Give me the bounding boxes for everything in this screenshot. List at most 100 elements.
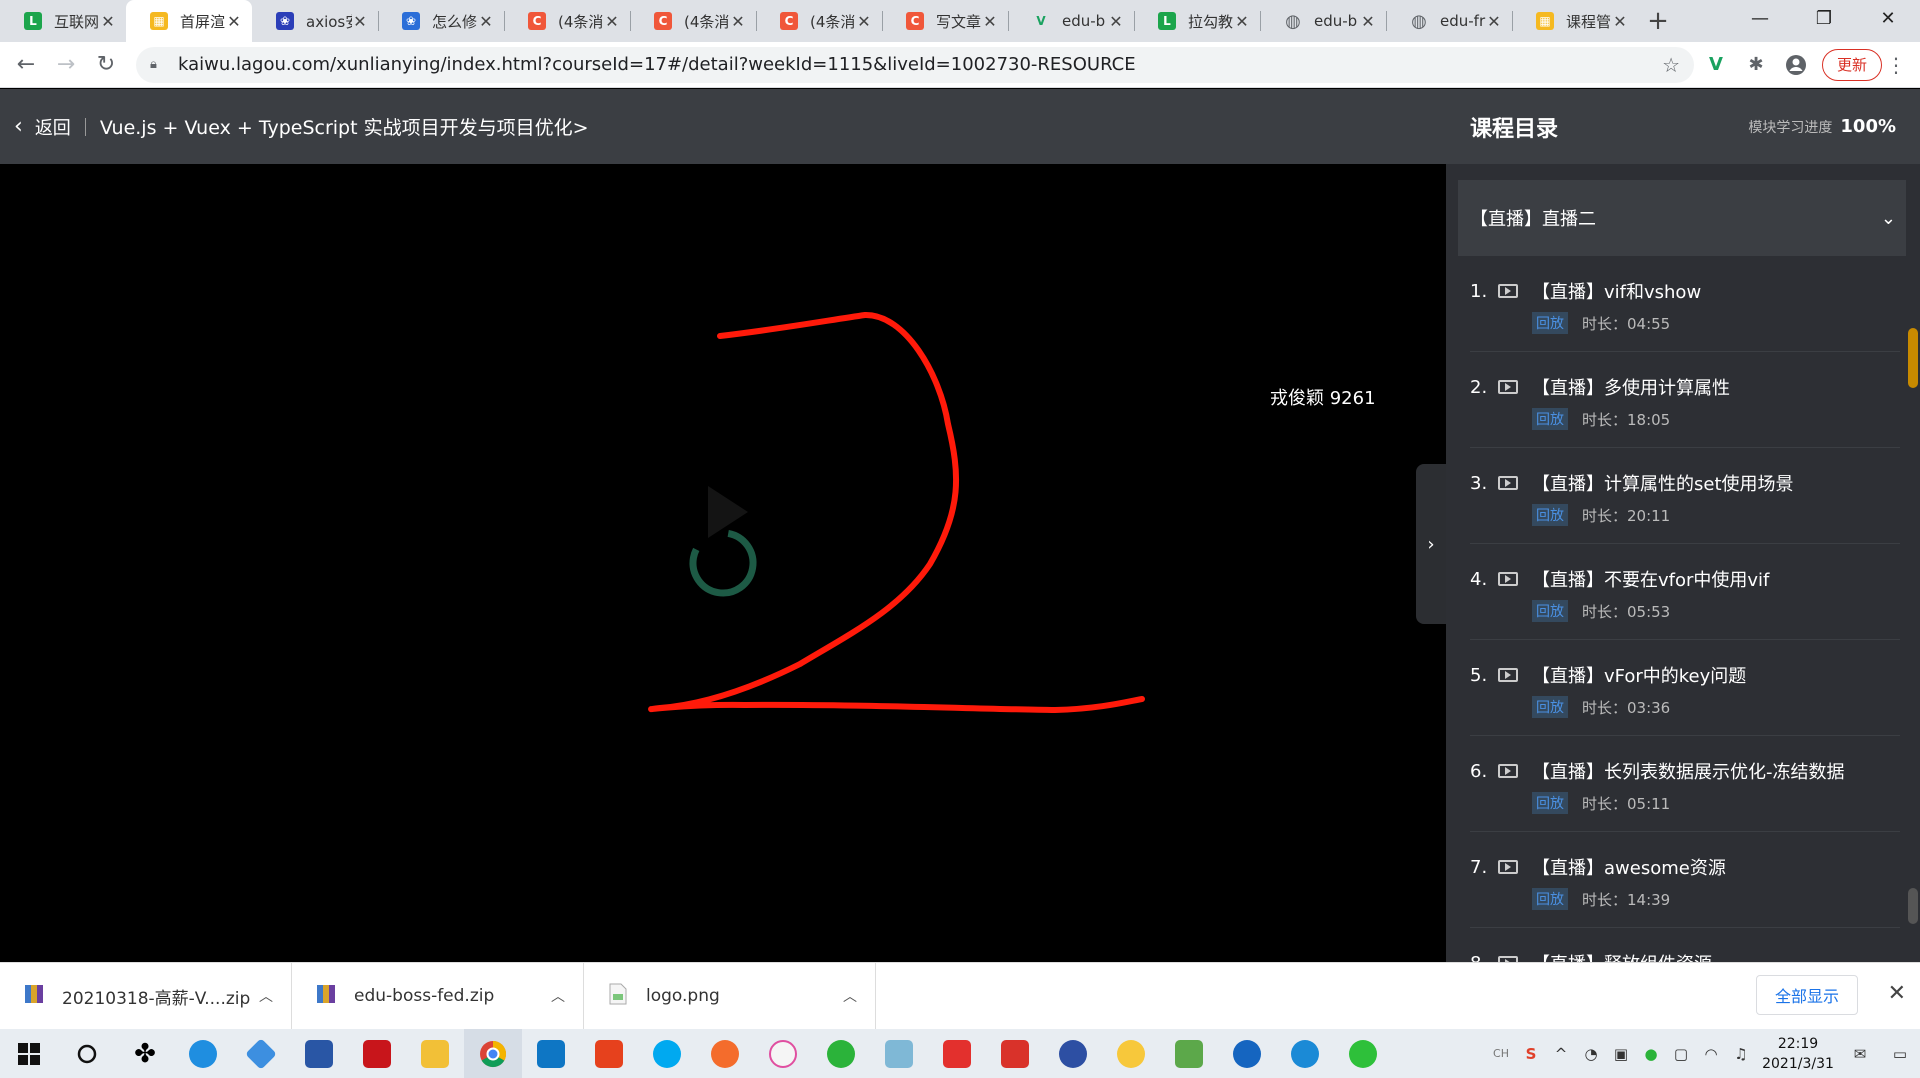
lesson-item[interactable]: 3. 【直播】计算属性的set使用场景 回放 时长：20:11 <box>1470 448 1900 544</box>
video-player[interactable]: 戎俊颖 9261 › <box>0 164 1446 962</box>
chapter-dropdown[interactable]: 【直播】直播二 ⌄ <box>1458 180 1908 256</box>
tab-close-icon[interactable]: ✕ <box>730 12 746 31</box>
browser-tab[interactable]: ❀ axios安✕ <box>252 0 378 42</box>
lesson-item[interactable]: 8. 【直播】释放组件资源 <box>1470 928 1900 962</box>
wifi-icon[interactable]: ◠ <box>1696 1045 1726 1063</box>
display-icon[interactable]: ▣ <box>1606 1045 1636 1063</box>
browser-tab[interactable]: ◍ edu-fr ✕ <box>1386 0 1512 42</box>
chevron-up-icon[interactable]: ^ <box>1546 1045 1576 1063</box>
tab-close-icon[interactable]: ✕ <box>604 12 620 31</box>
chevron-up-icon[interactable]: ︿ <box>259 986 273 1006</box>
reload-icon[interactable]: ↻ <box>86 45 126 85</box>
tab-close-icon[interactable]: ✕ <box>982 12 998 31</box>
tab-close-icon[interactable]: ✕ <box>856 12 872 31</box>
profile-avatar-icon[interactable] <box>1778 47 1814 83</box>
sogou-input-icon[interactable]: S <box>1516 1045 1546 1063</box>
skype-icon[interactable] <box>638 1029 696 1078</box>
action-center-icon[interactable]: ▭ <box>1880 1045 1920 1063</box>
new-tab-button[interactable]: + <box>1638 0 1678 42</box>
tab-close-icon[interactable]: ✕ <box>1360 12 1376 31</box>
pinwheel-app-icon[interactable]: ✤ <box>116 1029 174 1078</box>
browser-tab[interactable]: C 写文章 ✕ <box>882 0 1008 42</box>
notepad-icon[interactable] <box>870 1029 928 1078</box>
back-link[interactable]: ‹ 返回 <box>14 114 71 140</box>
browser-tab[interactable]: ❀ 怎么修 ✕ <box>378 0 504 42</box>
notification-bell-icon[interactable]: ◔ <box>1576 1045 1606 1063</box>
scrollbar-thumb[interactable] <box>1908 888 1918 924</box>
browser-tab[interactable]: L 互联网 ✕ <box>0 0 126 42</box>
lesson-item[interactable]: 2. 【直播】多使用计算属性 回放 时长：18:05 <box>1470 352 1900 448</box>
windows-start-icon[interactable] <box>0 1029 58 1078</box>
tab-close-icon[interactable]: ✕ <box>226 12 242 31</box>
file-explorer-icon[interactable] <box>406 1029 464 1078</box>
close-window-button[interactable]: ✕ <box>1856 0 1920 36</box>
browser-tab[interactable]: C (4条消 ✕ <box>756 0 882 42</box>
ime-indicator[interactable]: CH <box>1486 1047 1516 1060</box>
swift-app-icon[interactable] <box>696 1029 754 1078</box>
security-shield-icon[interactable]: ▢ <box>1666 1045 1696 1063</box>
page-scrollbar[interactable] <box>1906 168 1920 962</box>
health-app-icon[interactable] <box>812 1029 870 1078</box>
course-title[interactable]: Vue.js + Vuex + TypeScript 实战项目开发与项目优化> <box>100 113 589 140</box>
lesson-item[interactable]: 5. 【直播】vFor中的key问题 回放 时长：03:36 <box>1470 640 1900 736</box>
sourcetree-icon[interactable] <box>232 1029 290 1078</box>
feishu-icon[interactable] <box>1218 1029 1276 1078</box>
lesson-item[interactable]: 7. 【直播】awesome资源 回放 时长：14:39 <box>1470 832 1900 928</box>
picture-editor-icon[interactable] <box>1160 1029 1218 1078</box>
tab-close-icon[interactable]: ✕ <box>352 12 368 31</box>
update-button[interactable]: 更新 <box>1822 48 1883 81</box>
wps-sheets-icon[interactable] <box>986 1029 1044 1078</box>
browser-tab[interactable]: ◍ edu-b ✕ <box>1260 0 1386 42</box>
download-item[interactable]: 20210318-高薪-V....zip ︿ <box>0 962 292 1030</box>
sync-app-icon[interactable]: ● <box>1636 1045 1666 1063</box>
remote-desktop-icon[interactable] <box>290 1029 348 1078</box>
chrome-icon[interactable] <box>464 1029 522 1078</box>
vscode-icon[interactable] <box>522 1029 580 1078</box>
address-bar[interactable]: 🔒︎ kaiwu.lagou.com/xunlianying/index.htm… <box>136 46 1694 83</box>
scrollbar-thumb-top[interactable] <box>1908 328 1918 388</box>
menu-kebab-icon[interactable]: ⋮ <box>1882 47 1910 83</box>
edge-legacy-icon[interactable] <box>1276 1029 1334 1078</box>
download-item[interactable]: edu-boss-fed.zip ︿ <box>292 962 584 1030</box>
minimize-button[interactable]: — <box>1728 0 1792 36</box>
tab-close-icon[interactable]: ✕ <box>1612 12 1628 31</box>
browser-tab[interactable]: ▦ 首屏渲 ✕ <box>126 0 252 42</box>
tab-close-icon[interactable]: ✕ <box>1486 12 1502 31</box>
download-item[interactable]: logo.png ︿ <box>584 962 876 1030</box>
browser-tab[interactable]: L 拉勾教 ✕ <box>1134 0 1260 42</box>
cortana-search-icon[interactable] <box>58 1029 116 1078</box>
browser-tab[interactable]: C (4条消 ✕ <box>630 0 756 42</box>
browser-tab[interactable]: ▦ 课程管 ✕ <box>1512 0 1638 42</box>
show-all-downloads-button[interactable]: 全部显示 <box>1755 975 1858 1015</box>
browser-tab[interactable]: C (4条消 ✕ <box>504 0 630 42</box>
collapse-sidebar-button[interactable]: › <box>1416 464 1446 624</box>
chevron-up-icon[interactable]: ︿ <box>843 986 857 1006</box>
lesson-item[interactable]: 1. 【直播】vif和vshow 回放 时长：04:55 <box>1470 256 1900 352</box>
chevron-up-icon[interactable]: ︿ <box>551 986 565 1006</box>
extensions-puzzle-icon[interactable]: ✱ <box>1738 47 1774 83</box>
lesson-item[interactable]: 4. 【直播】不要在vfor中使用vif 回放 时长：05:53 <box>1470 544 1900 640</box>
wps-icon[interactable] <box>928 1029 986 1078</box>
wechat-icon[interactable] <box>1334 1029 1392 1078</box>
network-monitor-icon[interactable] <box>1044 1029 1102 1078</box>
tab-close-icon[interactable]: ✕ <box>478 12 494 31</box>
game-icon[interactable] <box>1102 1029 1160 1078</box>
internet-explorer-icon[interactable] <box>174 1029 232 1078</box>
volume-icon[interactable]: ♫ <box>1726 1045 1756 1063</box>
lesson-item[interactable]: 6. 【直播】长列表数据展示优化-冻结数据 回放 时长：05:11 <box>1470 736 1900 832</box>
bookmark-star-icon[interactable]: ☆ <box>1662 53 1680 77</box>
browser-tab[interactable]: Vedu-b ✕ <box>1008 0 1134 42</box>
maximize-button[interactable]: ❐ <box>1792 0 1856 36</box>
back-arrow-icon[interactable]: ← <box>6 45 46 85</box>
tab-close-icon[interactable]: ✕ <box>1108 12 1124 31</box>
tab-close-icon[interactable]: ✕ <box>1234 12 1250 31</box>
taskbar-clock[interactable]: 22:19 2021/3/31 <box>1756 1034 1840 1074</box>
tab-close-icon[interactable]: ✕ <box>100 12 116 31</box>
filezilla-icon[interactable] <box>348 1029 406 1078</box>
vue-devtools-extension-icon[interactable]: V <box>1698 47 1734 83</box>
mail-badge-icon[interactable]: ✉ <box>1840 1045 1880 1063</box>
close-download-shelf-icon[interactable]: ✕ <box>1888 981 1906 1006</box>
office-icon[interactable] <box>580 1029 638 1078</box>
itunes-icon[interactable] <box>754 1029 812 1078</box>
forward-arrow-icon[interactable]: → <box>46 45 86 85</box>
